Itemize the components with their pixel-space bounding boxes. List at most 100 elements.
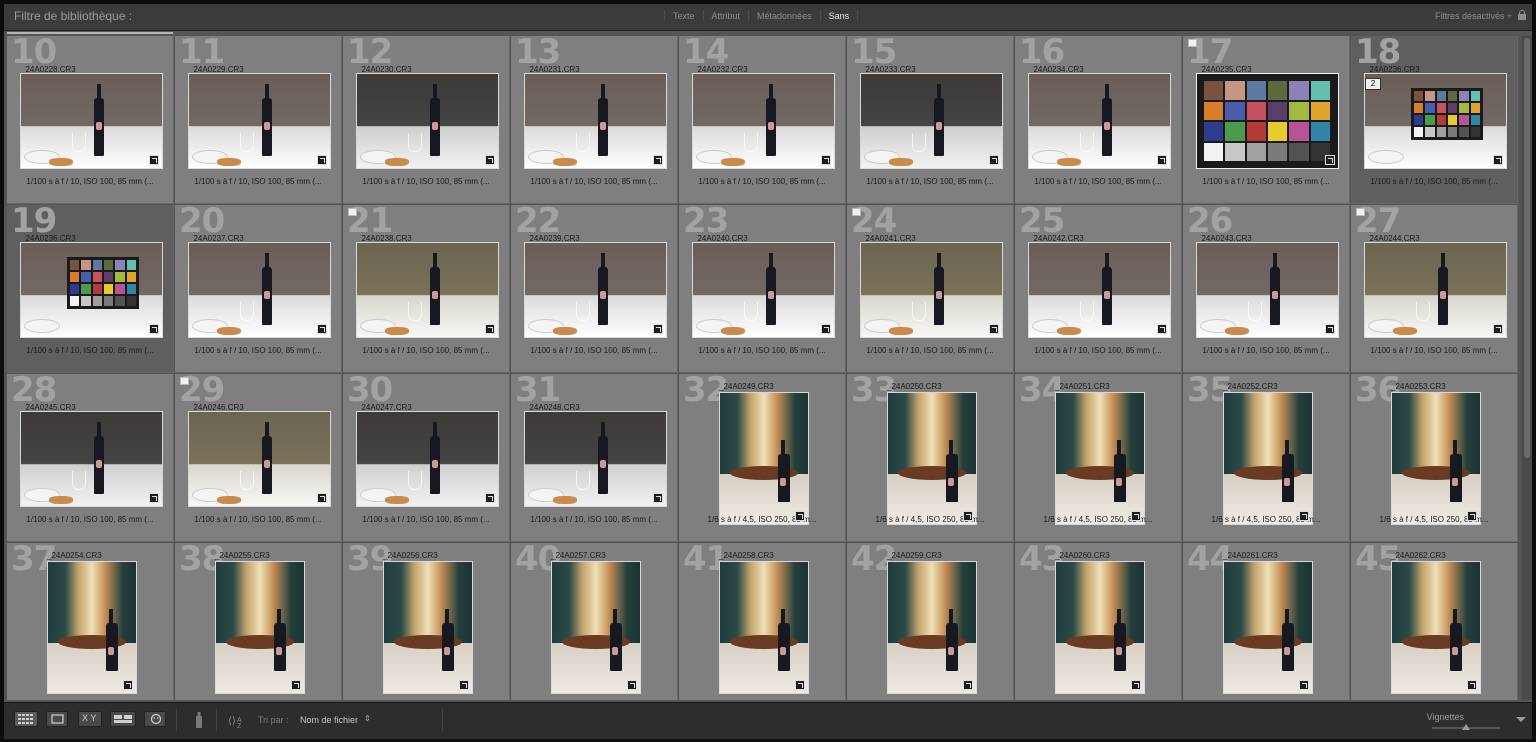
photo-thumbnail[interactable] — [47, 561, 137, 694]
develop-adjusted-icon[interactable] — [485, 324, 495, 334]
photo-thumbnail[interactable] — [188, 73, 331, 169]
photo-thumbnail[interactable] — [20, 73, 163, 169]
thumbnail-cell[interactable]: 34 _24A0251.CR3 1/6 s à f / 4,5, ISO 250, … — [1015, 370, 1182, 542]
develop-adjusted-icon[interactable] — [1325, 155, 1335, 165]
develop-adjusted-icon[interactable] — [653, 155, 663, 165]
thumbnail-cell[interactable]: 37 _24A0254.CR3 — [7, 539, 174, 700]
photo-thumbnail[interactable] — [20, 411, 163, 507]
develop-adjusted-icon[interactable] — [291, 680, 301, 690]
develop-adjusted-icon[interactable] — [317, 493, 327, 503]
thumbnail-cell[interactable]: 17 _24A0235.CR3 1/100 s à f / 10, ISO 100,… — [1183, 36, 1350, 204]
filter-tab-attribut[interactable]: Attribut — [702, 11, 749, 21]
chevron-updown-icon[interactable]: ⇕ — [364, 714, 371, 723]
develop-adjusted-icon[interactable] — [1493, 324, 1503, 334]
compare-view-button[interactable]: X Y — [78, 711, 102, 727]
photo-thumbnail[interactable] — [1364, 242, 1507, 338]
lock-icon[interactable] — [1518, 10, 1526, 20]
thumbnail-cell[interactable]: 16 _24A0234.CR3 1/100 s à f / 10, ISO 100,… — [1015, 36, 1182, 204]
thumbnail-cell[interactable]: 18 _24A0236.CR3 2 1/100 s à f / 10, ISO 100… — [1351, 36, 1518, 204]
develop-adjusted-icon[interactable] — [795, 680, 805, 690]
grid-scrollbar[interactable] — [1522, 36, 1532, 700]
thumbnail-cell[interactable]: 32 _24A0249.CR3 1/6 s à f / 4,5, ISO 250, … — [679, 370, 846, 542]
photo-thumbnail[interactable] — [860, 242, 1003, 338]
develop-adjusted-icon[interactable] — [989, 155, 999, 165]
photo-thumbnail[interactable] — [1391, 561, 1481, 694]
thumbnail-cell[interactable]: 23 _24A0240.CR3 1/100 s à f / 10, ISO 100,… — [679, 201, 846, 373]
thumbnail-size-slider[interactable] — [1432, 724, 1500, 730]
develop-adjusted-icon[interactable] — [1493, 155, 1503, 165]
photo-thumbnail[interactable] — [1223, 392, 1313, 525]
develop-adjusted-icon[interactable] — [821, 324, 831, 334]
filter-presets-dropdown[interactable]: Filtres désactivés ÷ — [1435, 11, 1512, 21]
photo-thumbnail[interactable] — [692, 73, 835, 169]
grid-view-button[interactable] — [14, 711, 38, 727]
filter-tab-sans[interactable]: Sans — [819, 11, 859, 21]
thumbnail-cell[interactable]: 22 _24A0239.CR3 1/100 s à f / 10, ISO 100,… — [511, 201, 678, 373]
thumbnail-cell[interactable]: 43 _24A0260.CR3 — [1015, 539, 1182, 700]
photo-thumbnail[interactable] — [356, 411, 499, 507]
thumbnail-cell[interactable]: 12 _24A0230.CR3 1/100 s à f / 10, ISO 100,… — [343, 36, 510, 204]
photo-thumbnail[interactable] — [1028, 73, 1171, 169]
slider-knob[interactable] — [1462, 724, 1470, 730]
pick-flag-icon[interactable] — [1188, 39, 1197, 47]
pick-flag-icon[interactable] — [1356, 208, 1365, 216]
sort-dropdown[interactable]: Nom de fichier — [300, 715, 358, 725]
develop-adjusted-icon[interactable] — [989, 324, 999, 334]
develop-adjusted-icon[interactable] — [485, 493, 495, 503]
photo-thumbnail[interactable] — [188, 242, 331, 338]
develop-adjusted-icon[interactable] — [149, 155, 159, 165]
thumbnail-cell[interactable]: 27 _24A0244.CR3 1/100 s à f / 10, ISO 100,… — [1351, 201, 1518, 373]
photo-thumbnail[interactable] — [524, 242, 667, 338]
thumbnail-cell[interactable]: 11 _24A0229.CR3 1/100 s à f / 10, ISO 100,… — [175, 36, 342, 204]
thumbnail-cell[interactable]: 19 _24A0236.CR3 1/100 s à f / 10, ISO 100,… — [7, 201, 174, 373]
thumbnail-cell[interactable]: 20 _24A0237.CR3 1/100 s à f / 10, ISO 100,… — [175, 201, 342, 373]
toolbar-menu-chevron-icon[interactable] — [1516, 717, 1526, 722]
photo-thumbnail[interactable] — [383, 561, 473, 694]
photo-thumbnail[interactable] — [887, 392, 977, 525]
spray-can-icon[interactable] — [192, 709, 206, 731]
develop-adjusted-icon[interactable] — [653, 324, 663, 334]
photo-thumbnail[interactable] — [887, 561, 977, 694]
thumbnail-cell[interactable]: 13 _24A0231.CR3 1/100 s à f / 10, ISO 100,… — [511, 36, 678, 204]
photo-thumbnail[interactable] — [1028, 242, 1171, 338]
develop-adjusted-icon[interactable] — [1131, 511, 1141, 521]
photo-thumbnail[interactable] — [1196, 242, 1339, 338]
scrollbar-thumb[interactable] — [1524, 38, 1530, 458]
thumbnail-cell[interactable]: 24 _24A0241.CR3 1/100 s à f / 10, ISO 100,… — [847, 201, 1014, 373]
photo-thumbnail[interactable] — [1055, 392, 1145, 525]
photo-thumbnail[interactable] — [188, 411, 331, 507]
develop-adjusted-icon[interactable] — [1131, 680, 1141, 690]
filter-tab-metadonnees[interactable]: Métadonnées — [748, 11, 820, 21]
develop-adjusted-icon[interactable] — [1325, 324, 1335, 334]
pick-flag-icon[interactable] — [348, 208, 357, 216]
thumbnail-cell[interactable]: 44 _24A0261.CR3 — [1183, 539, 1350, 700]
thumbnail-cell[interactable]: 41 _24A0258.CR3 — [679, 539, 846, 700]
develop-adjusted-icon[interactable] — [795, 511, 805, 521]
thumbnail-cell[interactable]: 42 _24A0259.CR3 — [847, 539, 1014, 700]
thumbnail-cell[interactable]: 26 _24A0243.CR3 1/100 s à f / 10, ISO 100,… — [1183, 201, 1350, 373]
thumbnail-cell[interactable]: 39 _24A0256.CR3 — [343, 539, 510, 700]
develop-adjusted-icon[interactable] — [485, 155, 495, 165]
photo-thumbnail[interactable] — [356, 73, 499, 169]
develop-adjusted-icon[interactable] — [459, 680, 469, 690]
sort-direction-icon[interactable]: ⟨⟩ AZ — [228, 713, 254, 729]
thumbnail-cell[interactable]: 35 _24A0252.CR3 1/6 s à f / 4,5, ISO 250, … — [1183, 370, 1350, 542]
thumbnail-cell[interactable]: 14 _24A0232.CR3 1/100 s à f / 10, ISO 100,… — [679, 36, 846, 204]
develop-adjusted-icon[interactable] — [149, 493, 159, 503]
photo-thumbnail[interactable] — [1223, 561, 1313, 694]
develop-adjusted-icon[interactable] — [1157, 155, 1167, 165]
photo-thumbnail[interactable] — [1364, 73, 1507, 169]
thumbnail-cell[interactable]: 25 _24A0242.CR3 1/100 s à f / 10, ISO 100,… — [1015, 201, 1182, 373]
develop-adjusted-icon[interactable] — [1467, 511, 1477, 521]
photo-thumbnail[interactable] — [1055, 561, 1145, 694]
develop-adjusted-icon[interactable] — [653, 493, 663, 503]
thumbnail-cell[interactable]: 28 _24A0245.CR3 1/100 s à f / 10, ISO 100,… — [7, 370, 174, 542]
develop-adjusted-icon[interactable] — [317, 155, 327, 165]
thumbnail-cell[interactable]: 45 _24A0262.CR3 — [1351, 539, 1518, 700]
photo-thumbnail[interactable] — [719, 392, 809, 525]
develop-adjusted-icon[interactable] — [627, 680, 637, 690]
develop-adjusted-icon[interactable] — [1467, 680, 1477, 690]
filter-tab-texte[interactable]: Texte — [664, 11, 703, 21]
photo-thumbnail[interactable] — [692, 242, 835, 338]
photo-thumbnail[interactable] — [20, 242, 163, 338]
